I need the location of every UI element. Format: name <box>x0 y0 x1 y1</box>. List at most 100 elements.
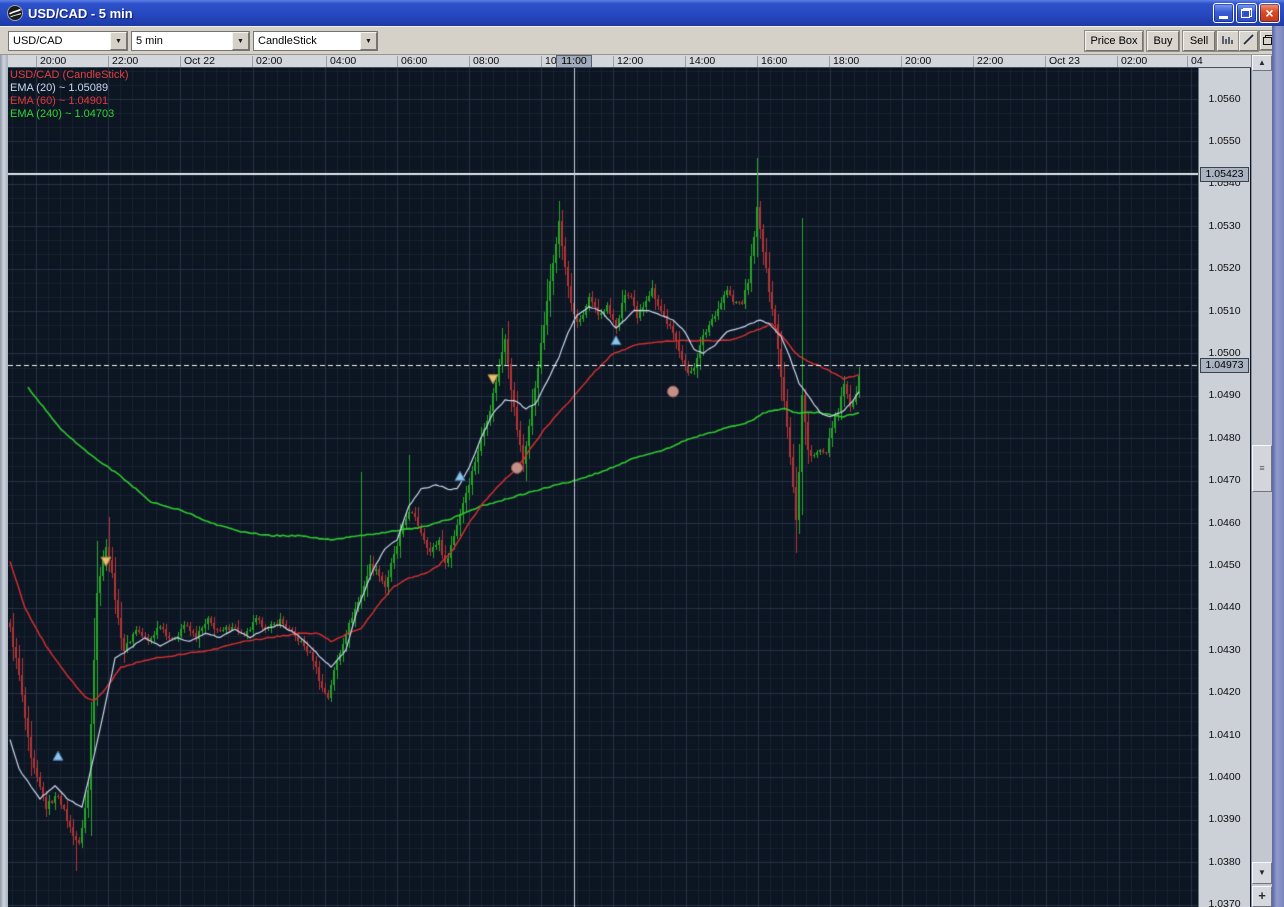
current-price-badge: 1.04973 <box>1200 358 1249 373</box>
time-label: 18:00 <box>833 55 860 67</box>
minimize-icon <box>1219 16 1228 19</box>
price-label: 1.0380 <box>1208 855 1241 868</box>
volume-bars-icon <box>1222 35 1233 44</box>
chart-legend: USD/CAD (CandleStick) EMA (20) ~ 1.05089… <box>10 69 129 121</box>
symbol-select[interactable]: USD/CAD ▼ <box>8 31 128 51</box>
restore-icon <box>1241 8 1252 18</box>
price-label: 1.0450 <box>1208 558 1241 571</box>
time-tick <box>108 56 109 67</box>
arrow-up-icon: ▲ <box>1258 58 1266 67</box>
time-label: 02:00 <box>256 55 283 67</box>
price-label: 1.0560 <box>1208 92 1241 105</box>
price-line-badge: 1.05423 <box>1200 167 1249 182</box>
time-tick <box>252 56 253 67</box>
time-label: 22:00 <box>112 55 139 67</box>
interval-select-value: 5 min <box>136 35 163 47</box>
time-axis[interactable]: 11:00 20:00 22:00 Oct 22 02:00 04:00 06:00 08:… <box>0 55 1258 68</box>
time-label: 14:00 <box>689 55 716 67</box>
time-tick <box>1187 56 1188 67</box>
time-tick <box>541 56 542 67</box>
zoom-in-button[interactable]: + <box>1252 886 1272 907</box>
arrow-down-icon: ▼ <box>1258 868 1266 877</box>
time-label: 20:00 <box>40 55 67 67</box>
time-label: 04 <box>1191 55 1203 67</box>
time-tick <box>1117 56 1118 67</box>
plus-icon: + <box>1258 888 1266 903</box>
chart-canvas[interactable] <box>8 68 1198 907</box>
price-label: 1.0390 <box>1208 813 1241 826</box>
price-label: 1.0420 <box>1208 686 1241 699</box>
time-tick <box>180 56 181 67</box>
sell-button[interactable]: Sell <box>1183 31 1215 51</box>
legend-symbol: USD/CAD (CandleStick) <box>10 69 129 81</box>
vertical-scrollbar[interactable]: ▲ ≡ ▼ + <box>1251 55 1272 907</box>
price-label: 1.0410 <box>1208 728 1241 741</box>
minimize-button[interactable] <box>1213 3 1234 23</box>
time-label: 06:00 <box>401 55 428 67</box>
chevron-down-icon[interactable]: ▼ <box>110 32 127 50</box>
time-tick <box>613 56 614 67</box>
window-border-left <box>0 55 8 907</box>
legend-ema20: EMA (20) ~ 1.05089 <box>10 82 109 94</box>
price-label: 1.0480 <box>1208 431 1241 444</box>
time-label: Oct 23 <box>1049 55 1080 67</box>
close-icon: × <box>1265 5 1274 21</box>
time-tick <box>326 56 327 67</box>
chart-type-select[interactable]: CandleStick ▼ <box>253 31 378 51</box>
grip-icon: ≡ <box>1259 463 1265 473</box>
price-label: 1.0510 <box>1208 304 1241 317</box>
time-label: 12:00 <box>617 55 644 67</box>
scroll-up-button[interactable]: ▲ <box>1252 55 1272 71</box>
trendline-icon <box>1243 34 1254 45</box>
price-label: 1.0520 <box>1208 262 1241 275</box>
time-tick <box>757 56 758 67</box>
time-label: 04:00 <box>330 55 357 67</box>
time-tick <box>829 56 830 67</box>
legend-ema60: EMA (60) ~ 1.04901 <box>10 95 109 107</box>
trading-window: USD/CAD - 5 min × USD/CAD ▼ 5 min ▼ Cand… <box>0 0 1284 907</box>
scroll-down-button[interactable]: ▼ <box>1252 862 1272 884</box>
scrollbar-thumb[interactable]: ≡ <box>1252 445 1272 492</box>
buy-button[interactable]: Buy <box>1147 31 1179 51</box>
price-label: 1.0470 <box>1208 474 1241 487</box>
time-label: 16:00 <box>761 55 788 67</box>
chevron-down-icon[interactable]: ▼ <box>360 32 377 50</box>
window-controls: × <box>1213 3 1280 23</box>
price-label: 1.0430 <box>1208 643 1241 656</box>
time-tick <box>973 56 974 67</box>
chevron-down-icon[interactable]: ▼ <box>232 32 249 50</box>
time-label: 02:00 <box>1121 55 1148 67</box>
restore-button[interactable] <box>1236 3 1257 23</box>
time-label: Oct 22 <box>184 55 215 67</box>
price-axis[interactable]: 1.05423 1.04973 1.0560 1.0550 1.0540 1.0530… <box>1198 68 1250 907</box>
time-label: 20:00 <box>905 55 932 67</box>
price-label: 1.0550 <box>1208 134 1241 147</box>
close-button[interactable]: × <box>1259 3 1280 23</box>
chart-type-select-value: CandleStick <box>258 35 317 47</box>
titlebar: USD/CAD - 5 min × <box>0 0 1284 26</box>
price-label: 1.0440 <box>1208 601 1241 614</box>
price-box-button[interactable]: Price Box <box>1085 31 1143 51</box>
app-icon <box>6 4 24 22</box>
price-label: 1.0530 <box>1208 219 1241 232</box>
time-tick <box>901 56 902 67</box>
time-tick <box>685 56 686 67</box>
crosshair-time-badge: 11:00 <box>556 55 592 67</box>
time-tick <box>1045 56 1046 67</box>
window-border-right <box>1272 26 1284 907</box>
symbol-select-value: USD/CAD <box>13 35 63 47</box>
price-label: 1.0370 <box>1208 898 1241 907</box>
window-title: USD/CAD - 5 min <box>28 5 133 21</box>
volume-bars-button[interactable] <box>1217 31 1239 51</box>
time-tick <box>469 56 470 67</box>
price-label: 1.0460 <box>1208 516 1241 529</box>
toolbar: USD/CAD ▼ 5 min ▼ CandleStick ▼ Price Bo… <box>0 26 1284 55</box>
draw-line-button[interactable] <box>1239 31 1258 51</box>
time-label: 22:00 <box>977 55 1004 67</box>
time-label: 08:00 <box>473 55 500 67</box>
interval-select[interactable]: 5 min ▼ <box>131 31 250 51</box>
legend-ema240: EMA (240) ~ 1.04703 <box>10 108 115 120</box>
price-label: 1.0490 <box>1208 389 1241 402</box>
time-tick <box>397 56 398 67</box>
time-tick <box>36 56 37 67</box>
